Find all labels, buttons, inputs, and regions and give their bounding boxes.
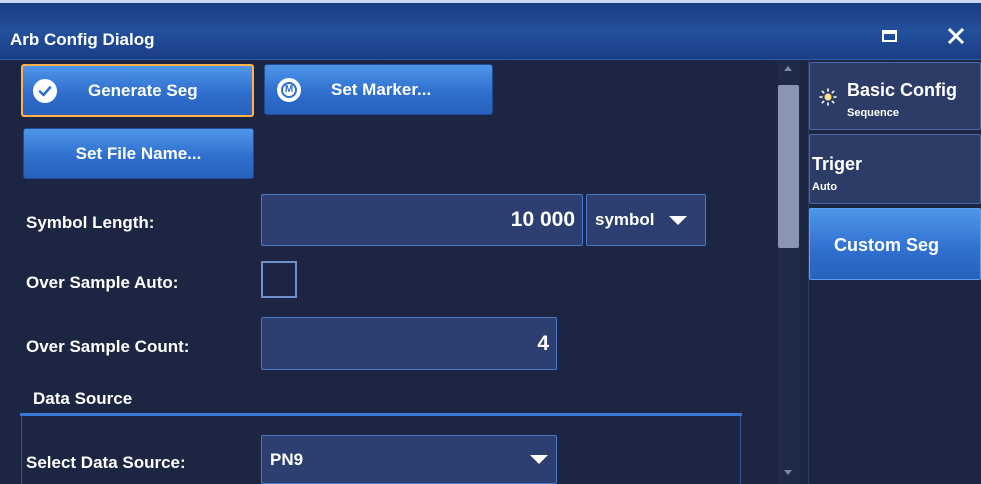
- tab-triger[interactable]: Triger Auto: [809, 134, 981, 204]
- set-marker-button[interactable]: M Set Marker...: [264, 64, 493, 115]
- data-source-heading: Data Source: [33, 389, 133, 408]
- tab-triger-title: Triger: [812, 154, 863, 174]
- over-sample-count-label: Over Sample Count:: [26, 337, 190, 356]
- data-source-value: PN9: [270, 449, 304, 469]
- scroll-up-arrow-icon[interactable]: [784, 66, 792, 71]
- set-file-name-label: Set File Name...: [75, 143, 202, 163]
- marker-m-icon: M: [277, 77, 301, 102]
- symbol-unit-value: symbol: [595, 210, 655, 229]
- scroll-down-arrow-icon[interactable]: [784, 470, 792, 475]
- dialog-content: Generate Seg M Set Marker... Set File Na…: [0, 60, 808, 484]
- close-icon: [948, 28, 964, 44]
- close-button[interactable]: [939, 21, 973, 51]
- tab-custom-seg-title: Custom Seg: [834, 235, 940, 255]
- maximize-icon: [881, 30, 897, 42]
- symbol-length-label: Symbol Length:: [26, 213, 155, 232]
- over-sample-auto-checkbox[interactable]: [261, 261, 297, 298]
- data-source-select[interactable]: PN9: [261, 435, 557, 484]
- chevron-down-icon: [668, 215, 687, 225]
- tab-basic-config-title: Basic Config: [847, 80, 958, 100]
- generate-seg-button[interactable]: Generate Seg: [21, 64, 254, 117]
- over-sample-auto-label: Over Sample Auto:: [26, 273, 179, 292]
- symbol-length-input[interactable]: 10 000: [261, 194, 583, 246]
- set-marker-label: Set Marker...: [331, 79, 432, 99]
- chevron-down-icon: [530, 455, 548, 464]
- select-data-source-label: Select Data Source:: [26, 453, 186, 472]
- check-circle-icon: [33, 78, 57, 103]
- over-sample-count-input[interactable]: 4: [261, 317, 557, 370]
- title-bar: Arb Config Dialog: [0, 3, 981, 60]
- window-title: Arb Config Dialog: [10, 30, 155, 49]
- set-file-name-button[interactable]: Set File Name...: [23, 128, 254, 179]
- tab-basic-config[interactable]: Basic Config Sequence: [809, 62, 981, 130]
- sun-icon: [819, 88, 837, 106]
- maximize-button[interactable]: [872, 21, 906, 51]
- vertical-scrollbar[interactable]: [777, 60, 800, 484]
- generate-seg-label: Generate Seg: [88, 80, 198, 100]
- tab-custom-seg[interactable]: Custom Seg: [809, 208, 981, 280]
- tab-basic-config-subtitle: Sequence: [847, 107, 899, 119]
- tab-triger-subtitle: Auto: [812, 181, 838, 193]
- side-panel: Basic Config Sequence Triger Auto Custom…: [808, 60, 981, 484]
- symbol-unit-select[interactable]: symbol: [586, 194, 706, 246]
- scroll-thumb[interactable]: [778, 85, 799, 248]
